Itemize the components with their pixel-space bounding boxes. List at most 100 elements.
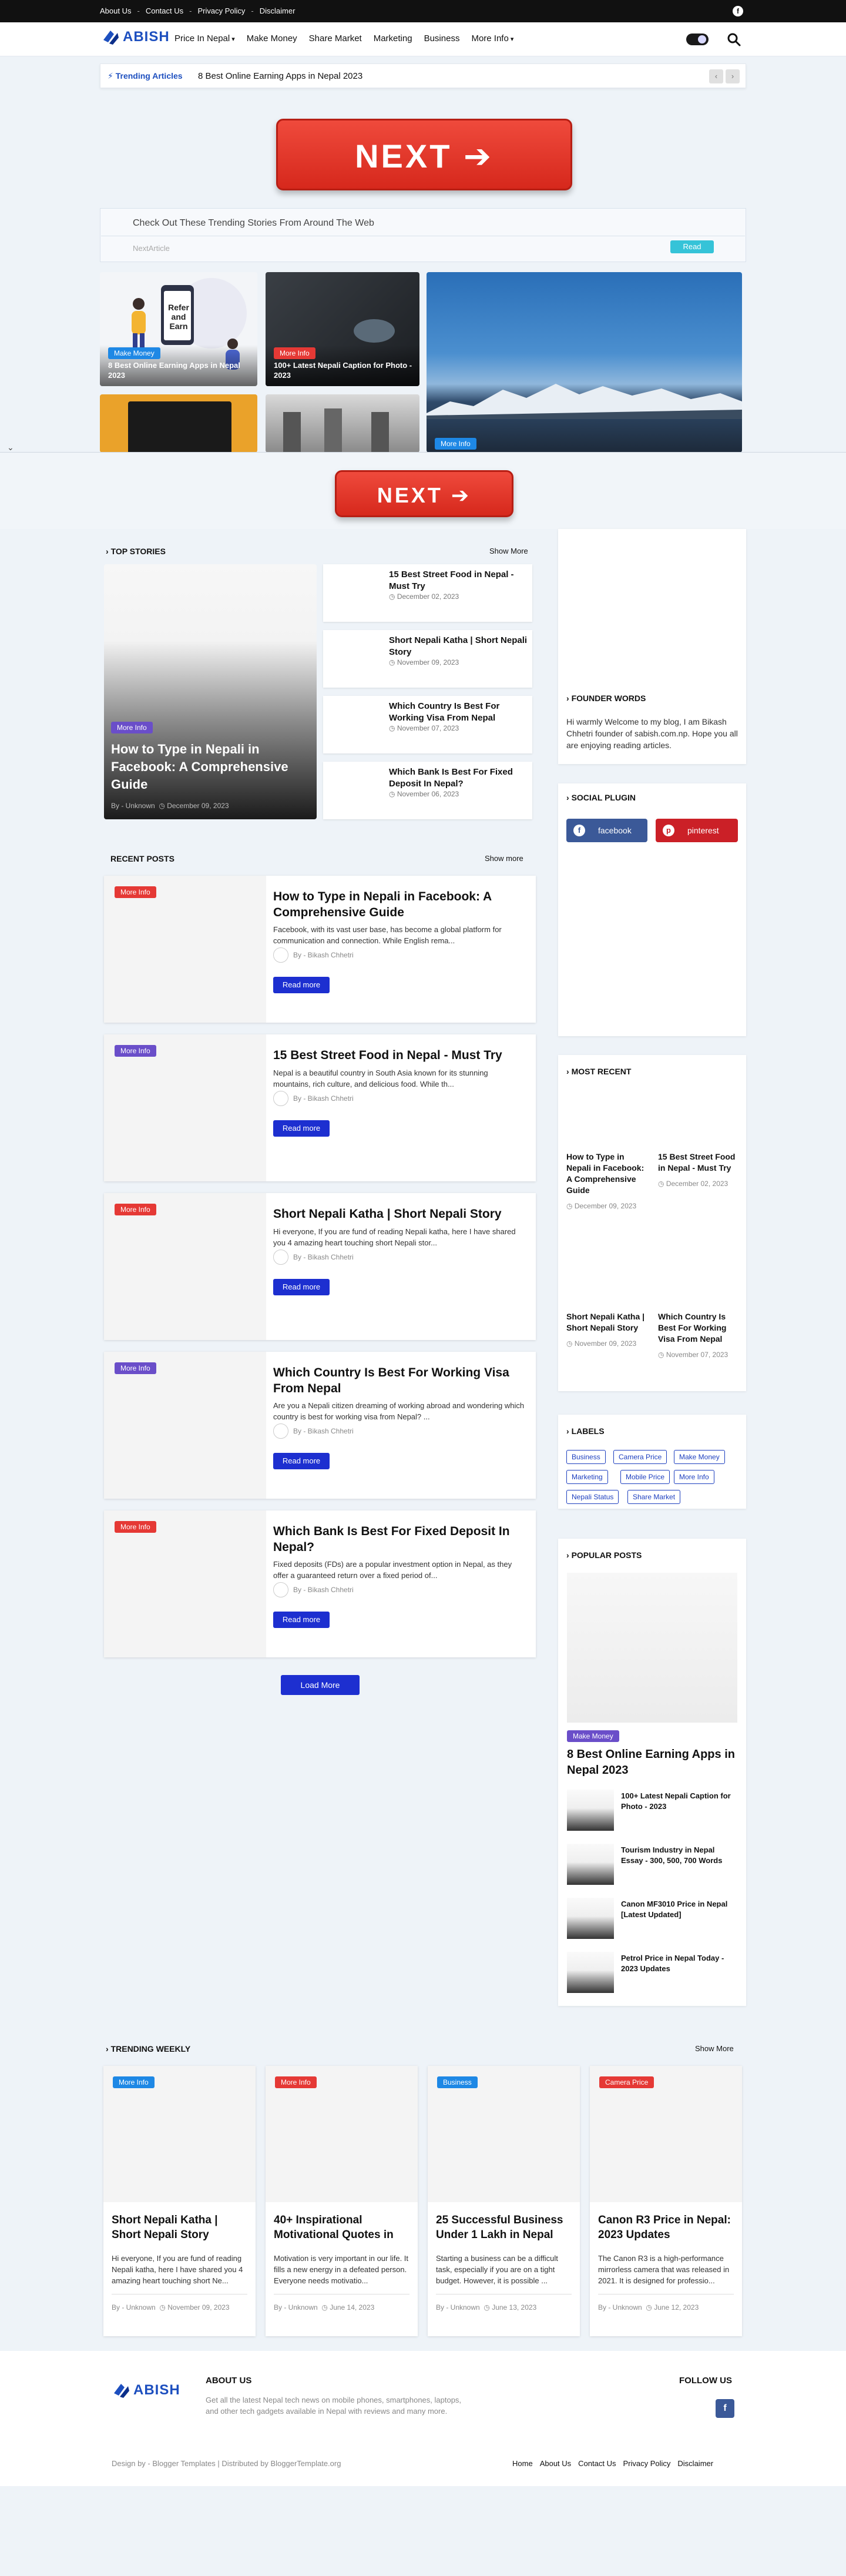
featured-card[interactable] xyxy=(100,394,257,453)
label-tag[interactable]: Marketing xyxy=(566,1470,608,1484)
list-item[interactable]: 15 Best Street Food in Nepal - Must Try ◷… xyxy=(658,1151,740,1188)
card-badge[interactable]: More Info xyxy=(113,2076,155,2088)
post-title[interactable]: Short Nepali Katha | Short Nepali Story xyxy=(273,1206,526,1222)
card-badge[interactable]: Make Money xyxy=(108,347,160,359)
chevron-down-icon[interactable]: ⌄ xyxy=(7,443,14,453)
list-item[interactable]: How to Type in Nepali in Facebook: A Com… xyxy=(566,1151,649,1210)
footer-link-home[interactable]: Home xyxy=(512,2459,533,2468)
label-tag[interactable]: Camera Price xyxy=(613,1450,667,1464)
read-more-button[interactable]: Read more xyxy=(273,1612,330,1628)
featured-card[interactable] xyxy=(266,394,419,453)
card-title[interactable]: Short Nepali Katha | Short Nepali Story xyxy=(112,2213,250,2242)
label-tag[interactable]: Make Money xyxy=(674,1450,725,1464)
trending-card[interactable]: Business 25 Successful Business Under 1 … xyxy=(428,2066,580,2336)
footer-link-privacy[interactable]: Privacy Policy xyxy=(623,2459,670,2468)
footer-link-disclaimer[interactable]: Disclaimer xyxy=(677,2459,713,2468)
recent-show-more[interactable]: Show more xyxy=(485,854,523,863)
card-badge[interactable]: More Info xyxy=(115,1362,156,1374)
list-item[interactable]: Petrol Price in Nepal Today - 2023 Updat… xyxy=(567,1952,737,1993)
next-button[interactable]: NEXT ➔ xyxy=(335,470,513,517)
card-badge[interactable]: More Info xyxy=(115,1521,156,1533)
site-logo[interactable]: ABISH xyxy=(101,27,170,47)
read-more-button[interactable]: Read more xyxy=(273,977,330,993)
post-title[interactable]: Which Bank Is Best For Fixed Deposit In … xyxy=(273,1523,526,1555)
ticker-prev-icon[interactable]: ‹ xyxy=(709,69,723,83)
card-badge[interactable]: More Info xyxy=(435,438,476,450)
trending-card[interactable]: More Info 40+ Inspirational Motivational… xyxy=(266,2066,418,2336)
post-card[interactable]: More Info Which Country Is Best For Work… xyxy=(104,1352,536,1499)
list-item[interactable]: Which Country Is Best For Working Visa F… xyxy=(323,696,532,753)
facebook-button[interactable]: f facebook xyxy=(566,819,647,842)
pinterest-button[interactable]: p pinterest xyxy=(656,819,738,842)
card-badge[interactable]: Make Money xyxy=(567,1730,619,1742)
list-item[interactable]: 100+ Latest Nepali Caption for Photo - 2… xyxy=(567,1790,737,1831)
nav-share-market[interactable]: Share Market xyxy=(309,34,362,43)
top-link-contact[interactable]: Contact Us xyxy=(146,6,183,15)
top-story-main[interactable]: More Info How to Type in Nepali in Faceb… xyxy=(104,564,317,819)
card-badge[interactable]: Camera Price xyxy=(599,2076,654,2088)
next-button[interactable]: NEXT ➔ xyxy=(276,119,572,190)
top-stories-show-more[interactable]: Show More xyxy=(489,547,528,555)
item-title[interactable]: 15 Best Street Food in Nepal - Must Try xyxy=(389,569,528,592)
post-title[interactable]: 15 Best Street Food in Nepal - Must Try xyxy=(273,1047,526,1063)
post-title[interactable]: How to Type in Nepali in Facebook: A Com… xyxy=(273,889,526,920)
card-badge[interactable]: More Info xyxy=(115,886,156,898)
top-story-title[interactable]: How to Type in Nepali in Facebook: A Com… xyxy=(111,741,305,793)
label-tag[interactable]: Business xyxy=(566,1450,606,1464)
card-badge[interactable]: More Info xyxy=(115,1045,156,1057)
read-more-button[interactable]: Read more xyxy=(273,1279,330,1295)
post-card[interactable]: More Info 15 Best Street Food in Nepal -… xyxy=(104,1034,536,1181)
card-title[interactable]: 100+ Latest Nepali Caption for Photo - 2… xyxy=(274,360,414,380)
read-button[interactable]: Read xyxy=(670,240,714,253)
item-title[interactable]: Short Nepali Katha | Short Nepali Story xyxy=(389,635,528,658)
post-card[interactable]: More Info Short Nepali Katha | Short Nep… xyxy=(104,1193,536,1340)
featured-card[interactable]: Refer and Earn Make Money 8 Best Online … xyxy=(100,272,257,386)
read-more-button[interactable]: Read more xyxy=(273,1453,330,1469)
trending-card[interactable]: More Info Short Nepali Katha | Short Nep… xyxy=(103,2066,256,2336)
top-link-disclaimer[interactable]: Disclaimer xyxy=(260,6,296,15)
footer-link-about[interactable]: About Us xyxy=(540,2459,571,2468)
popular-main-title[interactable]: 8 Best Online Earning Apps in Nepal 2023 xyxy=(567,1747,743,1778)
list-item[interactable]: Which Bank Is Best For Fixed Deposit In … xyxy=(323,762,532,819)
card-title[interactable]: 40+ Inspirational Motivational Quotes in xyxy=(274,2213,412,2242)
list-item[interactable]: Canon MF3010 Price in Nepal [Latest Upda… xyxy=(567,1898,737,1939)
card-title[interactable]: 8 Best Online Earning Apps in Nepal 2023 xyxy=(108,360,251,380)
nav-more-info[interactable]: More Info xyxy=(471,34,513,43)
post-card[interactable]: More Info Which Bank Is Best For Fixed D… xyxy=(104,1510,536,1657)
post-title[interactable]: Which Country Is Best For Working Visa F… xyxy=(273,1365,526,1396)
item-title[interactable]: Which Bank Is Best For Fixed Deposit In … xyxy=(389,766,528,790)
trending-show-more[interactable]: Show More xyxy=(695,2044,734,2053)
dark-mode-toggle[interactable] xyxy=(686,34,709,45)
footer-link-contact[interactable]: Contact Us xyxy=(578,2459,616,2468)
card-title[interactable]: 25 Successful Business Under 1 Lakh in N… xyxy=(436,2213,574,2242)
top-link-privacy[interactable]: Privacy Policy xyxy=(197,6,245,15)
nav-business[interactable]: Business xyxy=(424,34,460,43)
label-tag[interactable]: More Info xyxy=(674,1470,714,1484)
list-item[interactable]: Which Country Is Best For Working Visa F… xyxy=(658,1311,740,1359)
ticker-next-icon[interactable]: › xyxy=(726,69,740,83)
list-item[interactable]: Short Nepali Katha | Short Nepali Story ◷… xyxy=(566,1311,649,1348)
item-title[interactable]: Which Country Is Best For Working Visa F… xyxy=(389,701,528,724)
nav-make-money[interactable]: Make Money xyxy=(247,34,297,43)
label-tag[interactable]: Mobile Price xyxy=(620,1470,670,1484)
card-badge[interactable]: More Info xyxy=(111,722,153,733)
load-more-button[interactable]: Load More xyxy=(281,1675,360,1695)
facebook-icon[interactable]: f xyxy=(733,6,743,16)
nav-marketing[interactable]: Marketing xyxy=(374,34,412,43)
list-item[interactable]: Short Nepali Katha | Short Nepali Story ◷… xyxy=(323,630,532,688)
facebook-icon[interactable]: f xyxy=(716,2399,734,2418)
card-badge[interactable]: Business xyxy=(437,2076,478,2088)
card-title[interactable]: Canon R3 Price in Nepal: 2023 Updates xyxy=(598,2213,736,2242)
footer-logo[interactable]: ABISH xyxy=(112,2380,180,2400)
read-more-button[interactable]: Read more xyxy=(273,1120,330,1137)
label-tag[interactable]: Share Market xyxy=(627,1490,681,1504)
nav-price-in-nepal[interactable]: Price In Nepal xyxy=(174,34,235,43)
card-badge[interactable]: More Info xyxy=(115,1204,156,1215)
trending-card[interactable]: Camera Price Canon R3 Price in Nepal: 20… xyxy=(590,2066,742,2336)
post-card[interactable]: More Info How to Type in Nepali in Faceb… xyxy=(104,876,536,1023)
ticker-article-link[interactable]: 8 Best Online Earning Apps in Nepal 2023 xyxy=(198,71,362,81)
list-item[interactable]: 15 Best Street Food in Nepal - Must Try ◷… xyxy=(323,564,532,622)
card-badge[interactable]: More Info xyxy=(275,2076,317,2088)
list-item[interactable]: Tourism Industry in Nepal Essay - 300, 5… xyxy=(567,1844,737,1885)
top-link-about[interactable]: About Us xyxy=(100,6,131,15)
